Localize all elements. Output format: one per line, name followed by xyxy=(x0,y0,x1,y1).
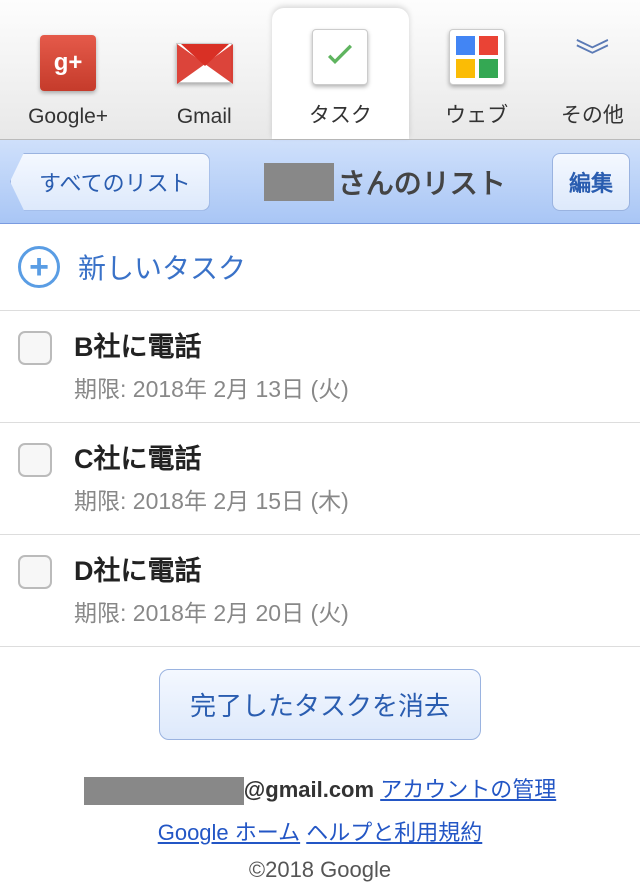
redacted-name xyxy=(264,163,334,201)
tasks-icon xyxy=(310,27,370,87)
tab-label: Gmail xyxy=(177,105,232,129)
task-content: D社に電話 期限: 2018年 2月 20日 (火) xyxy=(74,549,622,628)
account-management-link[interactable]: アカウントの管理 xyxy=(380,777,556,802)
copyright: ©2018 Google xyxy=(0,857,640,883)
tab-web[interactable]: ウェブ xyxy=(409,0,545,139)
app-tabbar: g+ Google+ Gmail タスク ウェブ ︾ その他 xyxy=(0,0,640,140)
tab-gmail[interactable]: Gmail xyxy=(136,0,272,139)
task-due: 期限: 2018年 2月 15日 (木) xyxy=(74,482,622,516)
tab-google-plus[interactable]: g+ Google+ xyxy=(0,0,136,139)
tab-label: Google+ xyxy=(28,105,108,129)
list-header: すべてのリスト さんのリスト 編集 xyxy=(0,140,640,224)
chevron-down-icon: ︾ xyxy=(562,27,622,87)
tab-label: その他 xyxy=(561,99,624,129)
task-due: 期限: 2018年 2月 20日 (火) xyxy=(74,594,622,628)
tab-label: ウェブ xyxy=(445,99,508,129)
task-due: 期限: 2018年 2月 13日 (火) xyxy=(74,370,622,404)
task-row[interactable]: B社に電話 期限: 2018年 2月 13日 (火) xyxy=(0,311,640,423)
gmail-icon xyxy=(174,33,234,93)
list-title-wrap: さんのリスト xyxy=(218,162,552,202)
task-row[interactable]: C社に電話 期限: 2018年 2月 15日 (木) xyxy=(0,423,640,535)
task-title: B社に電話 xyxy=(74,325,622,364)
tab-more[interactable]: ︾ その他 xyxy=(545,0,640,139)
help-terms-link[interactable]: ヘルプと利用規約 xyxy=(306,820,482,845)
web-icon xyxy=(447,27,507,87)
new-task-label: 新しいタスク xyxy=(78,247,246,287)
redacted-email xyxy=(84,777,244,805)
task-checkbox[interactable] xyxy=(18,443,52,477)
edit-button[interactable]: 編集 xyxy=(552,153,630,211)
back-button[interactable]: すべてのリスト xyxy=(10,153,210,211)
tab-tasks[interactable]: タスク xyxy=(272,8,408,139)
new-task-row[interactable]: 新しいタスク xyxy=(0,224,640,311)
task-checkbox[interactable] xyxy=(18,555,52,589)
clear-completed-button[interactable]: 完了したタスクを消去 xyxy=(159,669,481,740)
footer: @gmail.com アカウントの管理 Google ホーム ヘルプと利用規約 … xyxy=(0,754,640,891)
list-title: さんのリスト xyxy=(338,162,506,202)
task-title: D社に電話 xyxy=(74,549,622,588)
email-suffix: @gmail.com xyxy=(244,777,374,802)
task-content: C社に電話 期限: 2018年 2月 15日 (木) xyxy=(74,437,622,516)
plus-icon xyxy=(18,246,60,288)
google-home-link[interactable]: Google ホーム xyxy=(158,820,300,845)
task-content: B社に電話 期限: 2018年 2月 13日 (火) xyxy=(74,325,622,404)
gplus-icon: g+ xyxy=(38,33,98,93)
task-title: C社に電話 xyxy=(74,437,622,476)
clear-completed-wrap: 完了したタスクを消去 xyxy=(0,647,640,754)
task-row[interactable]: D社に電話 期限: 2018年 2月 20日 (火) xyxy=(0,535,640,647)
task-checkbox[interactable] xyxy=(18,331,52,365)
tab-label: タスク xyxy=(309,99,372,129)
